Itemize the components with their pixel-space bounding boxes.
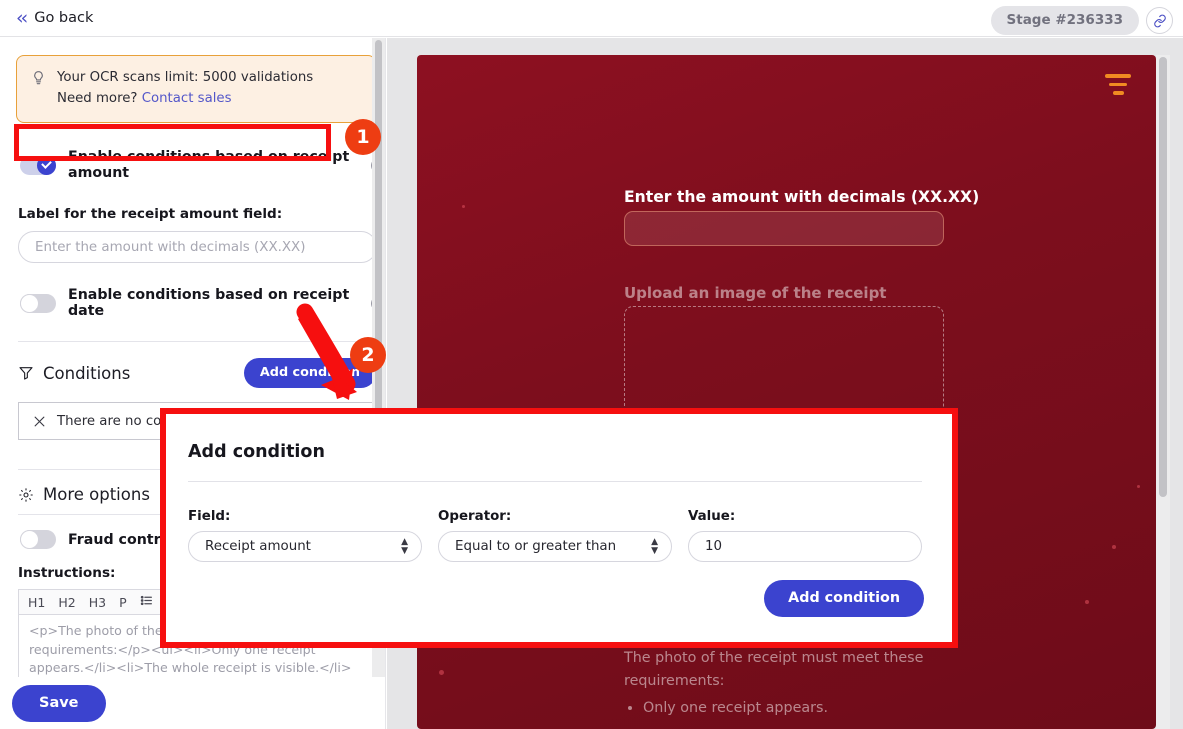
- decorative-spark: [439, 670, 444, 675]
- date-conditions-label: Enable conditions based on receipt date: [68, 287, 350, 320]
- modal-add-condition-button[interactable]: Add condition: [764, 580, 924, 617]
- divider: [18, 341, 368, 343]
- add-condition-modal: Add condition Field: Receipt amount ▲ ▼ O…: [160, 408, 958, 648]
- filter-icon: [19, 367, 33, 380]
- preview-amount-label: Enter the amount with decimals (XX.XX): [624, 188, 980, 206]
- save-bar: Save: [0, 677, 385, 729]
- value-input[interactable]: [688, 531, 922, 562]
- annotation-badge-1: 1: [345, 119, 381, 155]
- operator-select[interactable]: Equal to or greater than ▲ ▼: [438, 531, 672, 562]
- editor-h2-button[interactable]: H2: [58, 595, 75, 610]
- modal-actions: Add condition: [764, 580, 924, 617]
- operator-group: Operator: Equal to or greater than ▲ ▼: [438, 509, 672, 562]
- preview-upload-label: Upload an image of the receipt: [624, 284, 887, 302]
- field-group: Field: Receipt amount ▲ ▼: [188, 509, 422, 562]
- preview-amount-input[interactable]: [624, 211, 944, 246]
- fraud-control-toggle[interactable]: [20, 530, 56, 550]
- toggle-knob: [20, 530, 39, 550]
- ocr-limit-line1: Your OCR scans limit: 5000 validations: [57, 70, 314, 85]
- date-conditions-toggle[interactable]: [20, 293, 56, 313]
- ocr-limit-text: Your OCR scans limit: 5000 validations N…: [57, 68, 313, 109]
- decorative-spark: [1137, 485, 1140, 488]
- operator-select-value: Equal to or greater than: [455, 539, 617, 554]
- contact-sales-link[interactable]: Contact sales: [142, 91, 232, 106]
- save-button[interactable]: Save: [12, 684, 106, 722]
- ocr-limit-notice: Your OCR scans limit: 5000 validations N…: [16, 55, 376, 124]
- toggle-knob: [20, 293, 39, 313]
- modal-divider: [188, 481, 922, 482]
- preview-requirements-list: Only one receipt appears.: [643, 697, 954, 720]
- stage-badge: Stage #236333: [990, 6, 1139, 35]
- preview-requirements: The photo of the receipt must meet these…: [624, 647, 954, 720]
- more-options-title: More options: [43, 485, 150, 505]
- preview-requirements-intro: The photo of the receipt must meet these…: [624, 650, 924, 689]
- preview-scrollbar-track[interactable]: [1156, 55, 1170, 729]
- conditions-header: Conditions Add condition: [18, 358, 376, 389]
- close-x-icon: [34, 416, 45, 427]
- conditions-title-group: Conditions: [18, 364, 130, 383]
- link-icon-button[interactable]: [1146, 7, 1173, 34]
- operator-label: Operator:: [438, 509, 512, 524]
- editor-h3-button[interactable]: H3: [89, 595, 106, 610]
- amount-field-group: Label for the receipt amount field:: [18, 206, 385, 264]
- value-label: Value:: [688, 509, 736, 524]
- link-icon: [1153, 14, 1166, 27]
- field-label: Field:: [188, 509, 231, 524]
- list-item: Only one receipt appears.: [643, 697, 954, 720]
- toggle-knob: [37, 155, 56, 175]
- top-bar: ‹‹ Go back Stage #236333: [0, 0, 1183, 37]
- decorative-spark: [1085, 600, 1089, 604]
- amount-conditions-row: Enable conditions based on receipt amoun…: [20, 149, 385, 182]
- editor-h1-button[interactable]: H1: [28, 595, 45, 610]
- value-group: Value:: [688, 509, 922, 562]
- ocr-limit-line2: Need more? Contact sales: [57, 89, 313, 110]
- amount-field-input[interactable]: [18, 231, 377, 264]
- field-select-value: Receipt amount: [205, 539, 311, 554]
- bullet-list-icon[interactable]: [140, 594, 153, 610]
- need-more-label: Need more?: [57, 90, 142, 106]
- modal-title: Add condition: [188, 442, 325, 462]
- conditions-title: Conditions: [43, 363, 131, 383]
- top-bar-right: Stage #236333: [990, 6, 1173, 35]
- preview-scrollbar-thumb[interactable]: [1159, 57, 1167, 497]
- go-back-button[interactable]: ‹‹ Go back: [16, 6, 94, 29]
- modal-fields: Field: Receipt amount ▲ ▼ Operator: Equal…: [188, 509, 922, 562]
- stepper-updown-icon: ▲ ▼: [401, 536, 408, 556]
- decorative-spark: [1112, 545, 1116, 549]
- amount-conditions-label: Enable conditions based on receipt amoun…: [68, 149, 350, 182]
- go-back-label: Go back: [34, 10, 94, 26]
- amount-field-label: Label for the receipt amount field:: [18, 206, 283, 223]
- gear-icon: [19, 488, 33, 502]
- field-select[interactable]: Receipt amount ▲ ▼: [188, 531, 422, 562]
- editor-p-button[interactable]: P: [119, 595, 127, 610]
- decorative-spark: [462, 205, 465, 208]
- stepper-updown-icon: ▲ ▼: [651, 536, 658, 556]
- date-conditions-row: Enable conditions based on receipt date …: [20, 287, 385, 320]
- chevron-double-left-icon: ‹‹: [16, 6, 28, 29]
- lightbulb-icon: [31, 69, 46, 91]
- annotation-badge-2: 2: [350, 337, 386, 373]
- hamburger-filter-icon[interactable]: [1105, 74, 1131, 100]
- amount-conditions-toggle[interactable]: [20, 155, 56, 175]
